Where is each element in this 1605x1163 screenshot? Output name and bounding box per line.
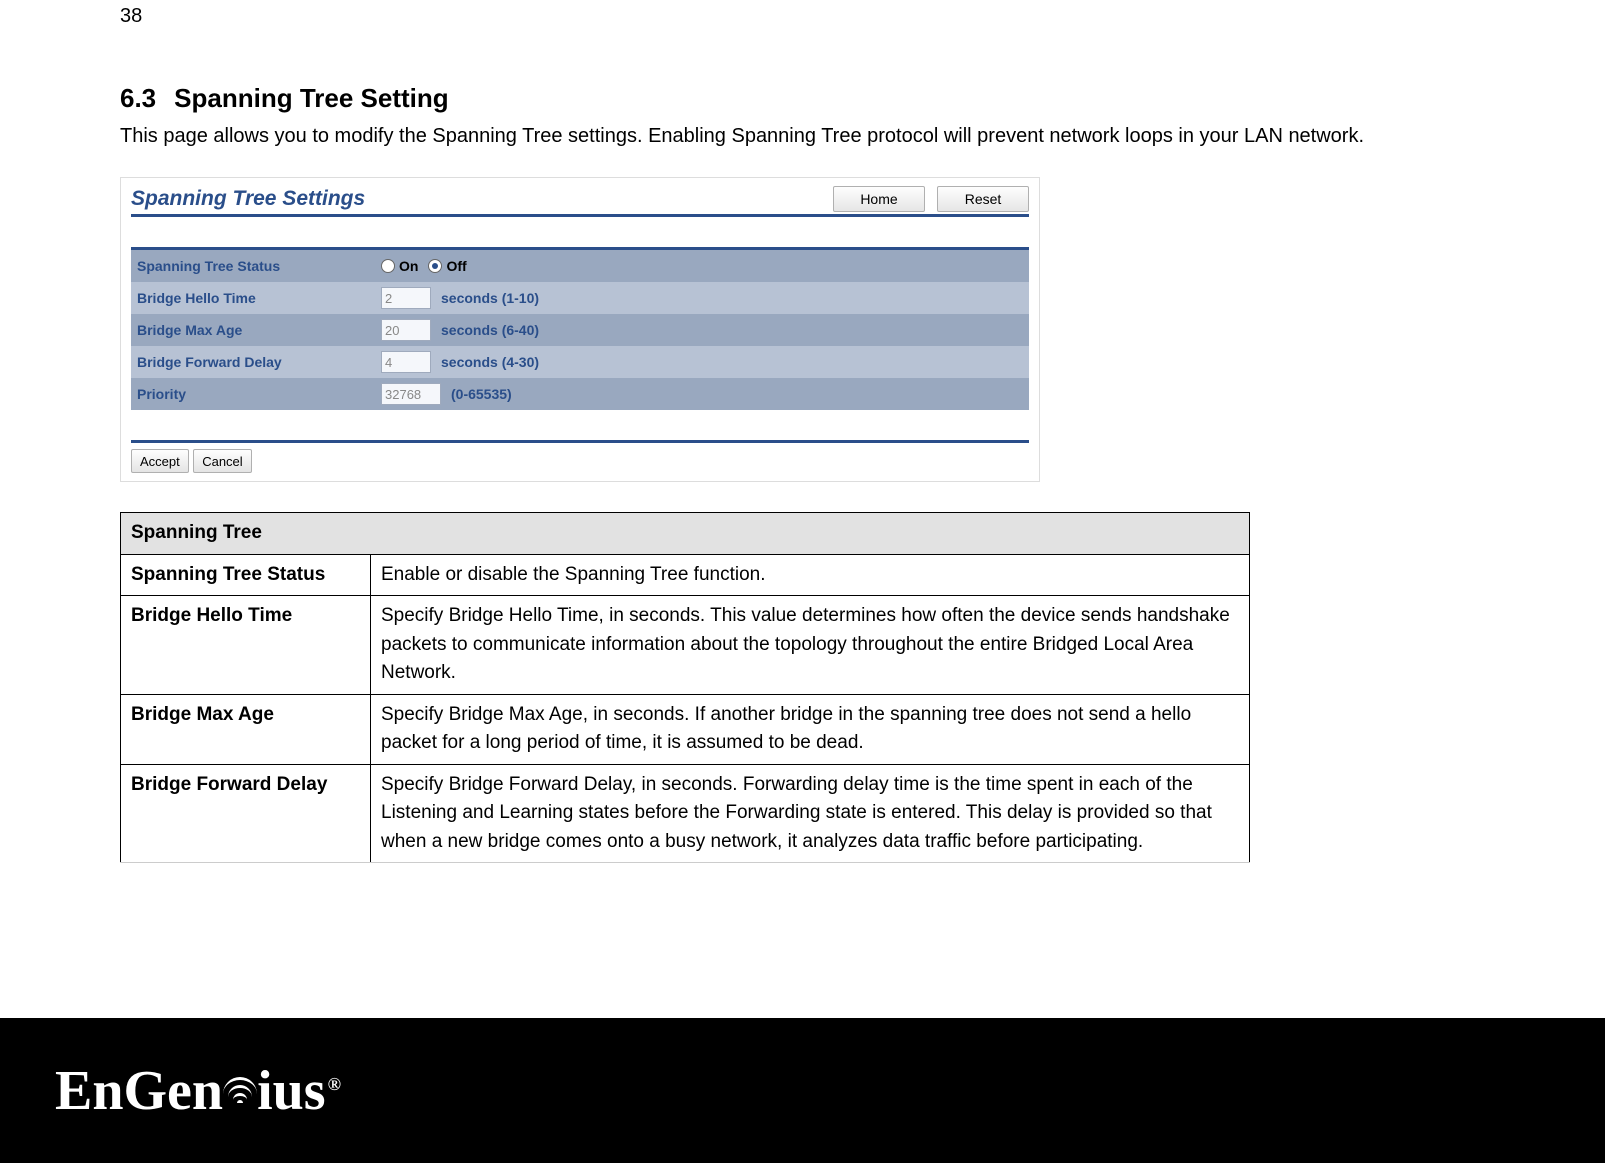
- max-age-unit: seconds (6-40): [441, 322, 539, 338]
- registered-mark: ®: [328, 1074, 341, 1095]
- max-age-label: Bridge Max Age: [131, 322, 381, 338]
- page-number: 38: [120, 5, 1485, 28]
- brand-text-en: En: [55, 1059, 124, 1123]
- panel-divider: [131, 440, 1029, 443]
- forward-delay-unit: seconds (4-30): [441, 354, 539, 370]
- section-heading: 6.3 Spanning Tree Setting: [120, 83, 1485, 114]
- priority-label: Priority: [131, 386, 381, 402]
- hello-time-unit: seconds (1-10): [441, 290, 539, 306]
- settings-panel: Spanning Tree Settings Home Reset Spanni…: [120, 177, 1040, 482]
- status-off-text: Off: [446, 258, 466, 274]
- home-button[interactable]: Home: [833, 186, 925, 212]
- section-intro: This page allows you to modify the Spann…: [120, 120, 1485, 152]
- forward-delay-input[interactable]: [381, 351, 431, 373]
- brand-text-ius: ius: [257, 1059, 326, 1123]
- section-number: 6.3: [120, 83, 156, 113]
- panel-title: Spanning Tree Settings: [131, 187, 365, 211]
- max-age-input[interactable]: [381, 319, 431, 341]
- settings-form: Spanning Tree Status On Off Bridge Hello…: [131, 247, 1029, 410]
- brand-text-gen: Gen: [124, 1059, 224, 1123]
- param-desc: Specify Bridge Forward Delay, in seconds…: [371, 764, 1250, 863]
- parameter-description-table: Spanning Tree Spanning Tree Status Enabl…: [120, 512, 1250, 863]
- param-name: Spanning Tree Status: [121, 554, 371, 596]
- reset-button[interactable]: Reset: [937, 186, 1029, 212]
- param-desc: Specify Bridge Max Age, in seconds. If a…: [371, 694, 1250, 764]
- status-on-radio[interactable]: On: [381, 258, 418, 274]
- param-name: Bridge Max Age: [121, 694, 371, 764]
- table-row: Bridge Hello Time Specify Bridge Hello T…: [121, 596, 1250, 695]
- priority-input[interactable]: [381, 383, 441, 405]
- hello-time-label: Bridge Hello Time: [131, 290, 381, 306]
- table-row: Spanning Tree Status Enable or disable t…: [121, 554, 1250, 596]
- table-row: Bridge Forward Delay Specify Bridge Forw…: [121, 764, 1250, 863]
- priority-unit: (0-65535): [451, 386, 512, 402]
- param-name: Bridge Hello Time: [121, 596, 371, 695]
- table-row: Bridge Max Age Specify Bridge Max Age, i…: [121, 694, 1250, 764]
- status-label: Spanning Tree Status: [131, 258, 381, 274]
- status-on-text: On: [399, 258, 418, 274]
- accept-button[interactable]: Accept: [131, 449, 189, 473]
- brand-logo: EnGenius®: [55, 1059, 339, 1123]
- status-off-radio[interactable]: Off: [428, 258, 466, 274]
- param-desc: Enable or disable the Spanning Tree func…: [371, 554, 1250, 596]
- radio-icon: [381, 259, 395, 273]
- param-desc: Specify Bridge Hello Time, in seconds. T…: [371, 596, 1250, 695]
- hello-time-input[interactable]: [381, 287, 431, 309]
- table-header: Spanning Tree: [121, 513, 1250, 555]
- footer: EnGenius®: [0, 1018, 1605, 1163]
- forward-delay-label: Bridge Forward Delay: [131, 354, 381, 370]
- radio-icon: [428, 259, 442, 273]
- cancel-button[interactable]: Cancel: [193, 449, 251, 473]
- section-title: Spanning Tree Setting: [174, 83, 448, 113]
- param-name: Bridge Forward Delay: [121, 764, 371, 863]
